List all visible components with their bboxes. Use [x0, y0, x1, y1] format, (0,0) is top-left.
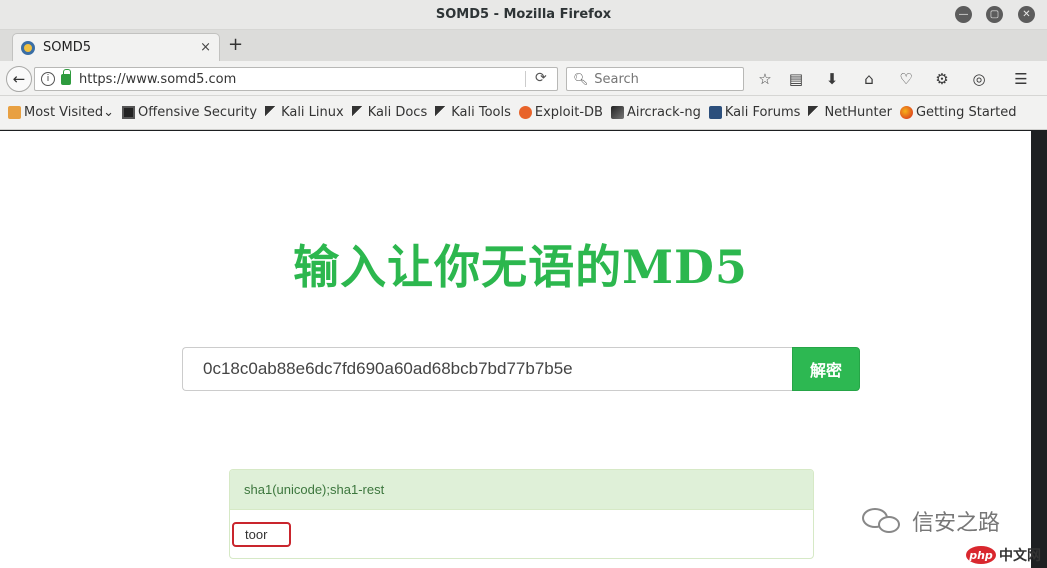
- tab-close-icon[interactable]: ×: [200, 40, 211, 55]
- back-arrow-icon: ←: [12, 70, 26, 88]
- somd5-favicon-icon: [21, 40, 35, 55]
- bookmark-exploit-db[interactable]: Exploit-DB: [518, 105, 603, 120]
- bookmark-getting-started[interactable]: Getting Started: [899, 105, 1016, 120]
- search-bar[interactable]: 🔍︎: [566, 67, 744, 91]
- search-input[interactable]: [594, 71, 735, 87]
- decrypt-button[interactable]: 解密: [792, 347, 860, 391]
- kali-dragon-icon: [351, 106, 365, 119]
- info-icon[interactable]: i: [41, 72, 55, 86]
- library-icon[interactable]: ▤: [786, 69, 806, 89]
- reload-icon[interactable]: ⟳: [535, 70, 547, 86]
- page-content: 输入让你无语的MD5 解密 sha1(unicode);sha1-rest to…: [0, 131, 1031, 568]
- result-type: sha1(unicode);sha1-rest: [230, 470, 813, 510]
- offsec-icon: [122, 106, 136, 119]
- wechat-icon: [862, 506, 906, 536]
- tab-title: SOMD5: [43, 40, 91, 55]
- exploitdb-icon: [518, 106, 532, 119]
- chevron-down-icon: ⌄: [103, 105, 115, 120]
- tab-strip: SOMD5 ×: [0, 30, 1047, 61]
- minimize-button[interactable]: —: [955, 6, 972, 23]
- wechat-watermark: 信安之路: [862, 505, 1000, 537]
- window-titlebar: SOMD5 - Mozilla Firefox — ▢ ✕: [0, 0, 1047, 30]
- url-text[interactable]: https://www.somd5.com: [79, 72, 236, 87]
- bookmark-kali-forums[interactable]: Kali Forums: [708, 105, 800, 120]
- result-body: toor: [230, 510, 813, 558]
- addon-icon[interactable]: ◎: [969, 69, 989, 89]
- kali-dragon-icon: [265, 106, 279, 119]
- bookmarks-bar: Most Visited ⌄ Offensive Security Kali Li…: [0, 96, 1047, 130]
- bookmark-aircrack-ng[interactable]: Aircrack-ng: [610, 105, 701, 120]
- wechat-watermark-text: 信安之路: [912, 511, 1001, 536]
- lock-icon: [61, 68, 71, 85]
- tab-somd5[interactable]: SOMD5 ×: [12, 33, 220, 61]
- pocket-icon[interactable]: ♡: [896, 69, 916, 89]
- bookmark-star-icon[interactable]: ☆: [755, 69, 775, 89]
- php-watermark: php 中文网: [966, 545, 1041, 565]
- url-divider: [525, 71, 526, 87]
- menu-icon[interactable]: ☰: [1011, 69, 1031, 89]
- back-button[interactable]: ←: [6, 66, 32, 92]
- bookmark-offensive-security[interactable]: Offensive Security: [122, 105, 257, 120]
- extension-icon[interactable]: ⚙: [932, 69, 952, 89]
- maximize-button[interactable]: ▢: [986, 6, 1003, 23]
- bookmark-kali-tools[interactable]: Kali Tools: [435, 105, 511, 120]
- php-logo-icon: php: [966, 546, 996, 564]
- new-tab-button[interactable]: +: [228, 34, 243, 55]
- result-panel: sha1(unicode);sha1-rest toor: [229, 469, 814, 559]
- page-headline: 输入让你无语的MD5: [293, 240, 748, 294]
- url-bar[interactable]: i https://www.somd5.com ⟳: [34, 67, 558, 91]
- close-window-button[interactable]: ✕: [1018, 6, 1035, 23]
- bookmark-kali-linux[interactable]: Kali Linux: [265, 105, 344, 120]
- php-watermark-text: 中文网: [999, 548, 1041, 564]
- bookmark-most-visited[interactable]: Most Visited ⌄: [8, 105, 114, 120]
- search-icon: 🔍︎: [573, 72, 589, 86]
- kali-dragon-icon: [808, 106, 822, 119]
- kali-dragon-icon: [435, 106, 449, 119]
- result-value: toor: [232, 522, 291, 547]
- home-icon[interactable]: ⌂: [859, 69, 879, 89]
- folder-icon: [8, 106, 21, 119]
- kali-forums-icon: [708, 106, 722, 119]
- aircrack-icon: [610, 106, 624, 119]
- firefox-icon: [899, 106, 913, 119]
- background-edge: [1031, 131, 1047, 568]
- downloads-icon[interactable]: ⬇: [822, 69, 842, 89]
- bookmark-kali-docs[interactable]: Kali Docs: [351, 105, 427, 120]
- bookmark-nethunter[interactable]: NetHunter: [808, 105, 892, 120]
- navigation-bar: ← i https://www.somd5.com ⟳ 🔍︎ ☆ ▤ ⬇ ⌂ ♡…: [0, 61, 1047, 96]
- window-title: SOMD5 - Mozilla Firefox: [435, 7, 612, 22]
- hash-input[interactable]: [182, 347, 792, 391]
